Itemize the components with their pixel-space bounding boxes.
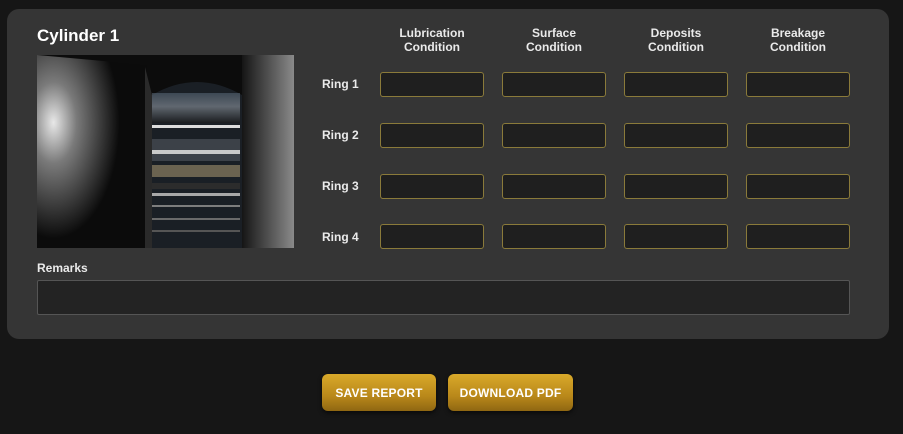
ring2-deposits-field[interactable] (624, 123, 728, 148)
cylinder-photo (37, 55, 294, 248)
column-header-line: Condition (526, 40, 582, 54)
ring3-surface-field[interactable] (502, 174, 606, 199)
ring-label-4: Ring 4 (322, 230, 359, 244)
ring1-lubrication-field[interactable] (380, 72, 484, 97)
column-header-breakage: Breakage Condition (745, 26, 851, 54)
column-header-line: Condition (648, 40, 704, 54)
ring3-deposits-field[interactable] (624, 174, 728, 199)
column-header-surface: Surface Condition (501, 26, 607, 54)
ring4-lubrication-field[interactable] (380, 224, 484, 249)
remarks-label: Remarks (37, 261, 88, 275)
column-header-line: Lubrication (399, 26, 465, 40)
column-header-line: Condition (770, 40, 826, 54)
ring1-deposits-field[interactable] (624, 72, 728, 97)
column-header-line: Condition (404, 40, 460, 54)
ring2-surface-field[interactable] (502, 123, 606, 148)
ring2-breakage-field[interactable] (746, 123, 850, 148)
ring1-breakage-field[interactable] (746, 72, 850, 97)
ring4-surface-field[interactable] (502, 224, 606, 249)
ring-label-2: Ring 2 (322, 128, 359, 142)
ring4-breakage-field[interactable] (746, 224, 850, 249)
remarks-field[interactable] (37, 280, 850, 315)
column-header-line: Surface (531, 26, 577, 40)
column-header-lubrication: Lubrication Condition (379, 26, 485, 54)
column-header-line: Deposits (650, 26, 702, 40)
download-pdf-button[interactable]: DOWNLOAD PDF (448, 374, 573, 411)
ring1-surface-field[interactable] (502, 72, 606, 97)
ring-label-1: Ring 1 (322, 77, 359, 91)
ring4-deposits-field[interactable] (624, 224, 728, 249)
ring3-breakage-field[interactable] (746, 174, 850, 199)
ring-label-3: Ring 3 (322, 179, 359, 193)
ring2-lubrication-field[interactable] (380, 123, 484, 148)
cylinder-card: Cylinder 1 Lubrication Condition Surface… (7, 9, 889, 339)
ring3-lubrication-field[interactable] (380, 174, 484, 199)
save-report-button[interactable]: SAVE REPORT (322, 374, 436, 411)
column-header-line: Breakage (770, 26, 826, 40)
column-header-deposits: Deposits Condition (623, 26, 729, 54)
cylinder-title: Cylinder 1 (37, 26, 120, 45)
cylinder-bore-image (37, 55, 294, 248)
